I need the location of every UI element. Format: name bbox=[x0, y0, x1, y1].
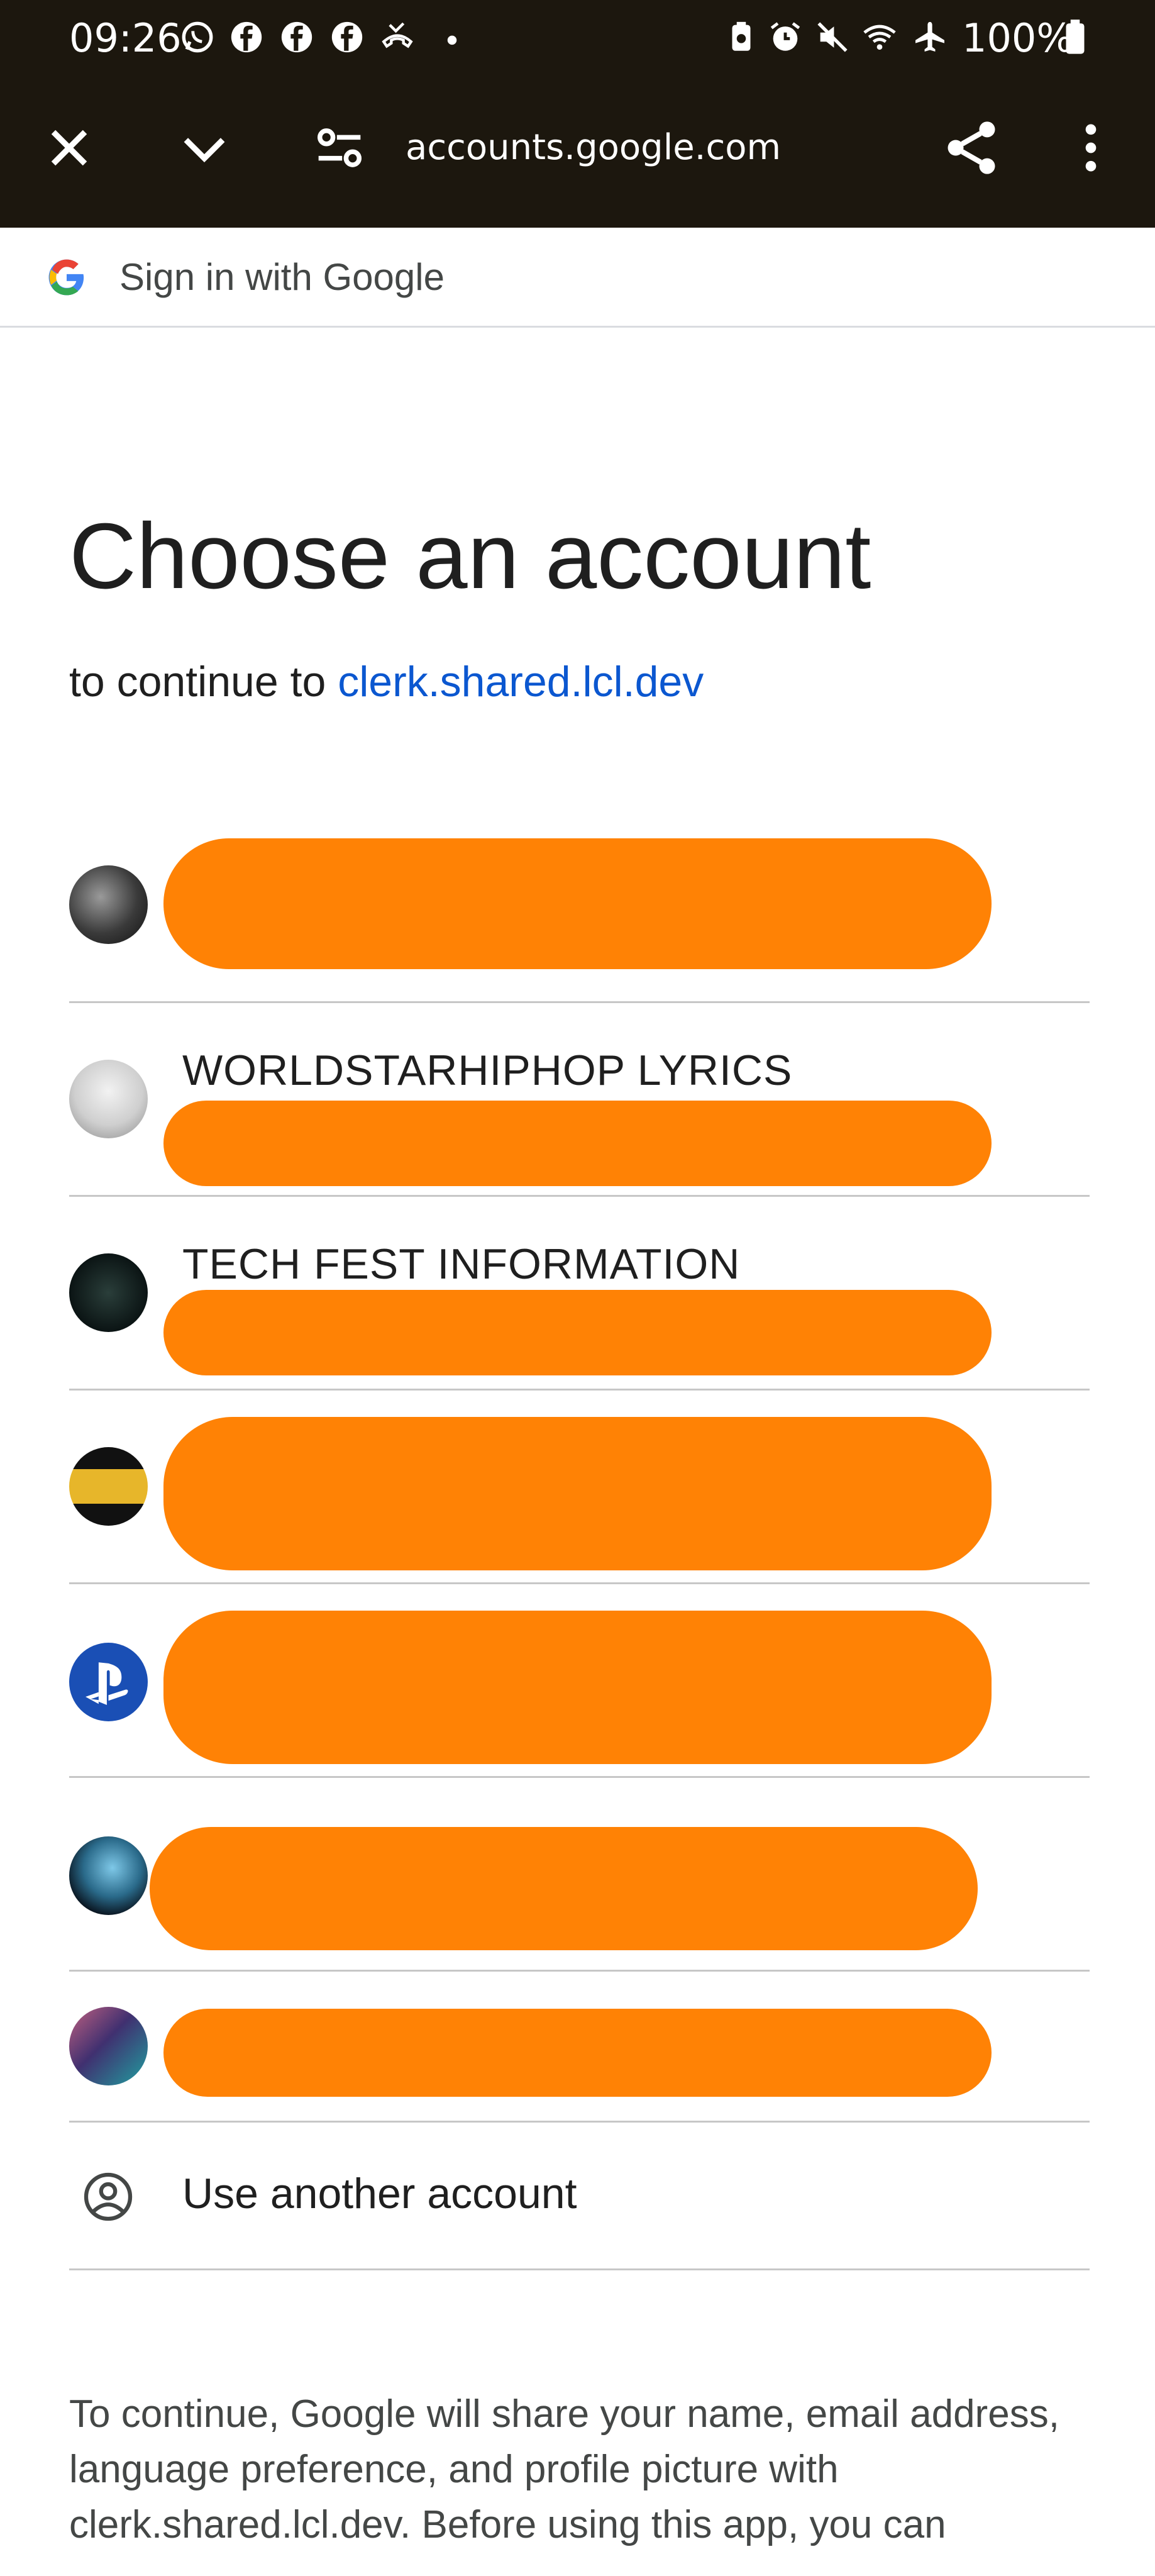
avatar bbox=[69, 1060, 148, 1138]
redacted-account-info bbox=[163, 1417, 992, 1570]
share-icon[interactable] bbox=[940, 116, 1003, 179]
wifi-calling-icon bbox=[863, 25, 896, 50]
use-another-account-label: Use another account bbox=[182, 2170, 577, 2218]
battery-saver-icon bbox=[732, 21, 751, 51]
account-row[interactable]: WORLDSTARHIPHOP LYRICS bbox=[69, 1003, 1090, 1197]
app-link[interactable]: clerk.shared.lcl.dev bbox=[338, 658, 704, 706]
avatar bbox=[69, 865, 148, 944]
signin-header-title: Sign in with Google bbox=[119, 256, 445, 298]
facebook-icon bbox=[281, 21, 312, 53]
facebook-icon bbox=[231, 21, 262, 53]
account-row[interactable] bbox=[69, 1778, 1090, 1972]
whatsapp-icon bbox=[182, 21, 213, 53]
redacted-account-info bbox=[163, 2009, 992, 2097]
facebook-icon bbox=[331, 21, 363, 53]
account-circle-icon bbox=[84, 2172, 133, 2221]
redacted-account-info bbox=[150, 1827, 978, 1950]
redacted-account-info bbox=[163, 1611, 992, 1764]
google-logo-icon bbox=[48, 259, 84, 296]
close-icon[interactable] bbox=[38, 116, 101, 179]
status-time: 09:26 bbox=[69, 15, 182, 61]
page-subtitle: to continue to clerk.shared.lcl.dev bbox=[69, 657, 704, 706]
playstation-icon bbox=[86, 1662, 128, 1705]
more-vert-icon[interactable] bbox=[1059, 116, 1122, 179]
page-title: Choose an account bbox=[69, 504, 871, 608]
status-bar: 09:26 100% bbox=[0, 0, 1155, 75]
missed-call-icon bbox=[382, 22, 413, 48]
mute-icon bbox=[817, 22, 848, 52]
account-row[interactable] bbox=[69, 1391, 1090, 1584]
signin-header: Sign in with Google bbox=[0, 228, 1155, 328]
alarm-icon bbox=[770, 22, 800, 51]
avatar bbox=[69, 1253, 148, 1332]
redacted-account-info bbox=[163, 838, 992, 969]
account-row[interactable] bbox=[69, 1584, 1090, 1778]
consent-text: To continue, Google will share your name… bbox=[69, 2392, 1059, 2546]
account-name: WORLDSTARHIPHOP LYRICS bbox=[182, 1046, 793, 1094]
avatar bbox=[69, 2007, 148, 2085]
battery-percentage: 100% bbox=[962, 15, 1074, 61]
redacted-account-email bbox=[163, 1101, 992, 1186]
battery-icon bbox=[1066, 19, 1085, 54]
account-row[interactable] bbox=[69, 1972, 1090, 2123]
account-row[interactable]: TECH FEST INFORMATION bbox=[69, 1197, 1090, 1391]
account-row[interactable] bbox=[69, 824, 1090, 1003]
account-name: TECH FEST INFORMATION bbox=[182, 1240, 741, 1288]
avatar bbox=[69, 1447, 148, 1526]
browser-url-bar: accounts.google.com bbox=[0, 101, 1155, 195]
subtitle-prefix: to continue to bbox=[69, 658, 338, 706]
avatar bbox=[69, 1643, 148, 1721]
url-text[interactable]: accounts.google.com bbox=[406, 127, 781, 168]
redacted-account-email bbox=[163, 1290, 992, 1375]
dot-icon bbox=[447, 35, 457, 45]
airplane-icon bbox=[915, 21, 944, 52]
use-another-account-button[interactable]: Use another account bbox=[69, 2123, 1090, 2270]
tune-icon[interactable] bbox=[308, 116, 371, 179]
browser-top-bar: 09:26 100% accounts.google.com bbox=[0, 0, 1155, 228]
chevron-down-icon[interactable] bbox=[173, 116, 236, 179]
avatar bbox=[69, 1836, 148, 1915]
